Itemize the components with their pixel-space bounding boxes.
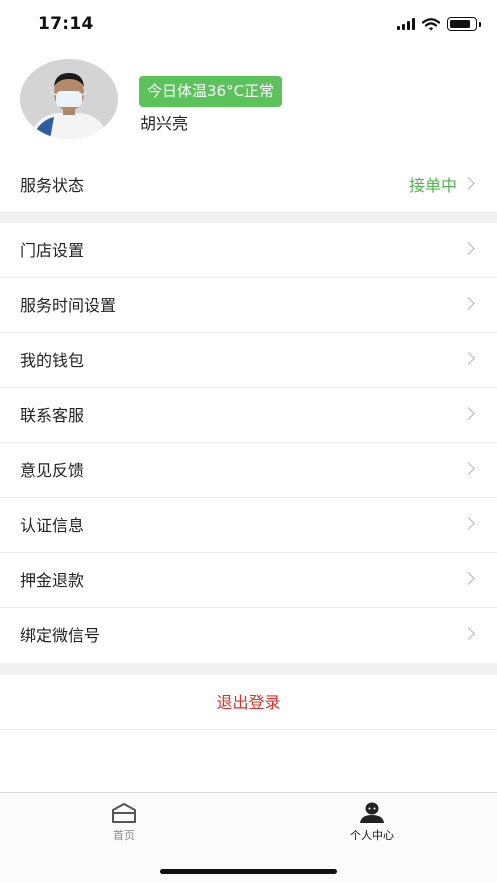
menu-item-verification[interactable]: 认证信息 [0, 498, 497, 553]
profile-header: 今日体温36°C正常 胡兴亮 [0, 48, 497, 158]
menu-item-customer-service[interactable]: 联系客服 [0, 388, 497, 443]
chevron-right-icon [462, 462, 475, 475]
chevron-right-icon [462, 627, 475, 640]
menu-item-feedback[interactable]: 意见反馈 [0, 443, 497, 498]
menu-item-label: 押金退款 [20, 571, 85, 590]
chevron-right-icon [462, 242, 475, 255]
home-icon [112, 803, 136, 823]
menu-item-label: 绑定微信号 [20, 626, 101, 645]
menu-item-label: 门店设置 [20, 241, 85, 260]
service-status-row[interactable]: 服务状态 接单中 [0, 158, 497, 213]
menu-item-wallet[interactable]: 我的钱包 [0, 333, 497, 388]
tab-home[interactable]: 首页 [0, 793, 248, 853]
menu-item-label: 服务时间设置 [20, 296, 117, 315]
chevron-right-icon [462, 297, 475, 310]
signal-icon [397, 18, 415, 30]
menu-item-label: 联系客服 [20, 406, 85, 425]
tab-profile-label: 个人中心 [350, 829, 394, 842]
tab-home-label: 首页 [113, 829, 135, 842]
service-status-label: 服务状态 [20, 176, 85, 195]
section-divider [0, 213, 497, 223]
menu-item-label: 认证信息 [20, 516, 85, 535]
service-status-value: 接单中 [408, 176, 457, 195]
tab-profile[interactable]: 个人中心 [248, 793, 496, 853]
chevron-right-icon [462, 177, 475, 190]
logout-button[interactable]: 退出登录 [0, 675, 497, 730]
battery-icon [447, 17, 481, 31]
section-divider [0, 663, 497, 675]
logout-label: 退出登录 [216, 693, 281, 712]
avatar[interactable] [20, 59, 118, 139]
menu-item-bind-wechat[interactable]: 绑定微信号 [0, 608, 497, 663]
home-indicator [160, 869, 337, 874]
wifi-icon [422, 17, 440, 30]
status-time: 17:14 [38, 14, 94, 34]
menu-item-label: 意见反馈 [20, 461, 85, 480]
menu-item-service-time[interactable]: 服务时间设置 [0, 278, 497, 333]
chevron-right-icon [462, 352, 475, 365]
temperature-badge: 今日体温36°C正常 [139, 76, 283, 107]
chevron-right-icon [462, 572, 475, 585]
status-icons [397, 17, 481, 31]
status-bar: 17:14 [0, 0, 497, 48]
avatar-photo [20, 59, 118, 139]
profile-name: 胡兴亮 [140, 114, 189, 133]
menu-item-deposit-refund[interactable]: 押金退款 [0, 553, 497, 608]
menu-item-store-settings[interactable]: 门店设置 [0, 223, 497, 278]
menu-item-label: 我的钱包 [20, 351, 85, 370]
chevron-right-icon [462, 517, 475, 530]
chevron-right-icon [462, 407, 475, 420]
profile-icon [360, 802, 384, 823]
